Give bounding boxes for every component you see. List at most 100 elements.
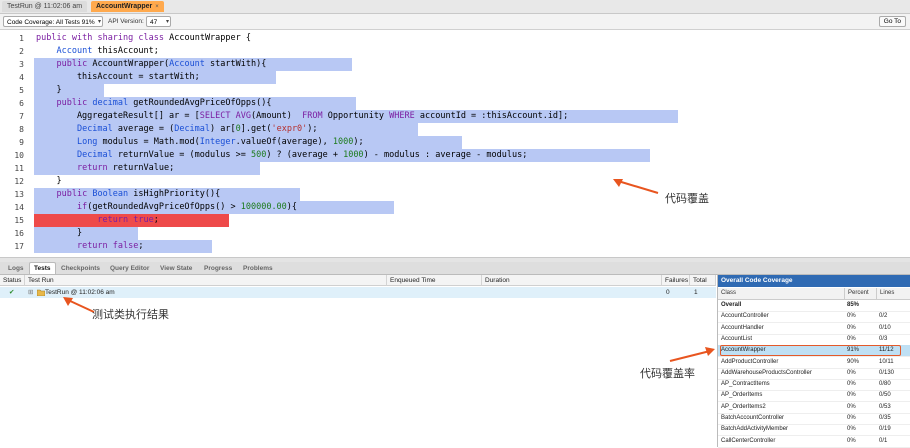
code-text: if(getRoundedAvgPriceOfOpps() > 100000.0… (76, 202, 298, 212)
coverage-class: AddWarehouseProductsController (721, 369, 812, 376)
close-tab-icon[interactable]: × (155, 4, 159, 10)
coverage-row[interactable]: AP_OrderItems 0% 0/50 (718, 390, 910, 403)
col-failures[interactable]: Failures (662, 275, 690, 286)
coverage-class: CallCenterController (721, 437, 776, 444)
annotation-arrow-icon (613, 179, 659, 194)
coverage-row[interactable]: BatchAddActivityMember 0% 0/19 (718, 424, 910, 437)
coverage-lines: 0/35 (879, 415, 891, 421)
col-total[interactable]: Total (690, 275, 716, 286)
code-text: return returnValue; (76, 163, 175, 173)
tab-progress[interactable]: Progress (200, 263, 236, 274)
tab-testrun[interactable]: TestRun @ 11:02:06 am (2, 1, 88, 12)
col-percent[interactable]: Percent (844, 288, 869, 299)
col-status[interactable]: Status (0, 275, 25, 286)
coverage-row[interactable]: AP_ContractItems 0% 0/80 (718, 379, 910, 392)
line-number: 12 (14, 177, 24, 186)
code-text: } (36, 85, 62, 95)
coverage-lines: 0/1 (879, 437, 888, 444)
code-line[interactable]: 2 Account thisAccount; (0, 45, 910, 58)
line-number: 14 (14, 203, 24, 212)
coverage-percent: 0% (847, 392, 856, 399)
coverage-lines: 0/3 (879, 335, 888, 342)
api-version-label: API Version: (108, 18, 144, 25)
code-line[interactable]: 3 public AccountWrapper(Account startWit… (0, 58, 910, 71)
code-text: public with sharing class AccountWrapper… (36, 33, 251, 43)
code-text: public Boolean isHighPriority(){ (56, 189, 221, 199)
coverage-class: AddProductController (721, 358, 779, 365)
coverage-percent: 0% (847, 313, 856, 320)
tab-account-wrapper-label: AccountWrapper (96, 3, 153, 10)
coverage-percent: 0% (847, 403, 856, 410)
coverage-lines: 0/50 (879, 392, 891, 399)
code-line[interactable]: 17 return false; (0, 240, 910, 253)
coverage-panel: Overall Code Coverage Class Percent Line… (717, 275, 910, 448)
code-line[interactable]: 5 } (0, 84, 910, 97)
code-text: public AccountWrapper(Account startWith)… (56, 59, 267, 69)
code-text: return true; (97, 215, 159, 225)
code-line[interactable]: 8 Decimal average = (Decimal) ar[0].get(… (0, 123, 910, 136)
api-version-select[interactable]: 47 ▾ (146, 16, 171, 27)
tab-checkpoints[interactable]: Checkpoints (57, 263, 104, 274)
coverage-row[interactable]: AP_OrderItems2 0% 0/53 (718, 402, 910, 414)
coverage-lines: 10/11 (879, 358, 894, 365)
code-line[interactable]: 16 } (0, 227, 910, 240)
code-line[interactable]: 9 Long modulus = Math.mod(Integer.valueO… (0, 136, 910, 149)
line-number: 13 (14, 190, 24, 199)
code-line[interactable]: 1 public with sharing class AccountWrappe… (0, 32, 910, 45)
code-text: Account thisAccount; (56, 46, 159, 56)
coverage-row[interactable]: AccountController 0% 0/2 (718, 311, 910, 324)
line-number: 6 (19, 99, 24, 108)
code-line[interactable]: 10 Decimal returnValue = (modulus >= 500… (0, 149, 910, 162)
coverage-row[interactable]: AccountWrapper 91% 11/12 (718, 345, 910, 358)
code-line[interactable]: 13 public Boolean isHighPriority(){ (0, 188, 910, 201)
tab-query-editor[interactable]: Query Editor (106, 263, 153, 274)
col-duration[interactable]: Duration (482, 275, 662, 286)
table-row[interactable]: ✔ ⊞ TestRun @ 11:02:06 am 0 1 (0, 287, 716, 298)
expand-icon[interactable]: ⊞ (25, 287, 33, 298)
tab-problems[interactable]: Problems (239, 263, 277, 274)
coverage-percent: 0% (847, 437, 856, 444)
tab-account-wrapper[interactable]: AccountWrapper × (91, 1, 164, 12)
col-test-run[interactable]: Test Run (25, 275, 387, 286)
line-number: 5 (19, 86, 24, 95)
coverage-panel-title: Overall Code Coverage (718, 275, 910, 287)
coverage-lines: 0/53 (879, 403, 891, 410)
col-class[interactable]: Class (718, 288, 736, 299)
code-line[interactable]: 7 AggregateResult[] ar = [SELECT AVG(Amo… (0, 110, 910, 123)
coverage-row[interactable]: BatchAccountController 0% 0/35 (718, 413, 910, 425)
coverage-percent: 0% (847, 426, 856, 433)
coverage-class: BatchAddActivityMember (721, 426, 789, 433)
col-lines[interactable]: Lines (876, 288, 894, 299)
coverage-percent: 0% (847, 415, 856, 421)
failures-count: 0 (666, 289, 670, 296)
total-count: 1 (694, 289, 698, 296)
coverage-row[interactable]: AccountList 0% 0/3 (718, 334, 910, 346)
code-line[interactable]: 14 if(getRoundedAvgPriceOfOpps() > 10000… (0, 201, 910, 214)
code-line[interactable]: 12 } (0, 175, 910, 188)
line-number: 1 (19, 34, 24, 43)
status-check-icon: ✔ (9, 289, 15, 296)
coverage-percent: 0% (847, 381, 856, 388)
line-number: 4 (19, 73, 24, 82)
code-text: AggregateResult[] ar = [SELECT AVG(Amoun… (36, 111, 569, 121)
code-line[interactable]: 15 return true; (0, 214, 910, 227)
tab-tests[interactable]: Tests (29, 262, 56, 274)
coverage-select-value: Code Coverage: All Tests 91% (7, 19, 95, 26)
code-line[interactable]: 4 thisAccount = startWith; (0, 71, 910, 84)
coverage-row[interactable]: AddWarehouseProductsController 0% 0/130 (718, 368, 910, 380)
goto-button[interactable]: Go To (878, 16, 906, 27)
code-editor[interactable]: 1 public with sharing class AccountWrappe… (0, 30, 910, 257)
tab-logs[interactable]: Logs (4, 263, 28, 274)
coverage-select[interactable]: Code Coverage: All Tests 91% ▾ (3, 16, 103, 27)
coverage-row[interactable]: Overall 85% (718, 300, 910, 312)
code-line[interactable]: 6 public decimal getRoundedAvgPriceOfOpp… (0, 97, 910, 110)
tab-view-state[interactable]: View State (156, 263, 196, 274)
coverage-row[interactable]: AddProductController 90% 10/11 (718, 357, 910, 369)
line-number: 10 (14, 151, 24, 160)
coverage-lines: 0/80 (879, 381, 891, 388)
coverage-row[interactable]: CallCenterController 0% 0/1 (718, 436, 910, 448)
code-line[interactable]: 11 return returnValue; (0, 162, 910, 175)
coverage-class: AP_ContractItems (721, 381, 770, 388)
coverage-row[interactable]: AccountHandler 0% 0/10 (718, 323, 910, 335)
col-enqueued-time[interactable]: Enqueued Time (387, 275, 482, 286)
